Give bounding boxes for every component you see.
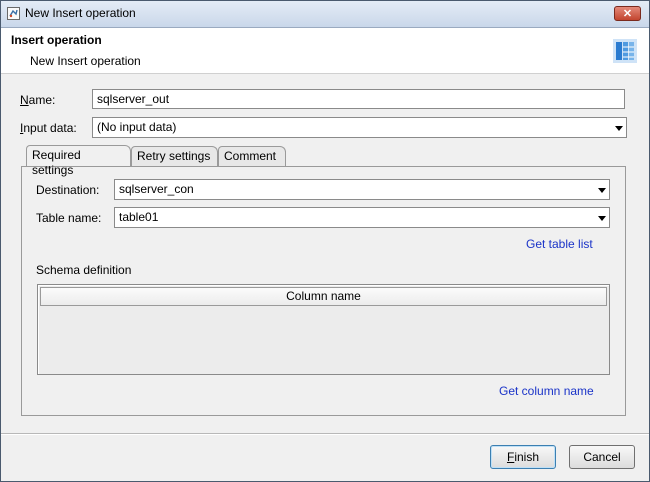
banner-subtitle: New Insert operation [30,54,141,68]
name-label: Name: [20,93,56,107]
get-column-name-link[interactable]: Get column name [499,384,594,398]
table-name-label: Table name: [36,211,102,225]
input-data-label: Input data: [20,121,77,135]
destination-value: sqlserver_con [119,182,194,196]
input-data-value: (No input data) [97,120,177,134]
name-input[interactable]: sqlserver_out [92,89,625,109]
finish-button[interactable]: Finish [490,445,556,469]
chevron-down-icon [598,216,606,221]
table-name-value: table01 [119,210,159,224]
app-icon [7,7,20,20]
footer-divider [1,433,649,435]
schema-table[interactable]: Column name [37,284,610,375]
schema-definition-label: Schema definition [36,263,132,277]
chevron-down-icon [598,188,606,193]
destination-select[interactable]: sqlserver_con [114,179,610,200]
close-button[interactable]: ✕ [614,6,641,21]
tab-retry-settings[interactable]: Retry settings [131,146,218,166]
input-data-select[interactable]: (No input data) [92,117,627,138]
title-bar[interactable]: New Insert operation ✕ [1,1,649,28]
get-table-list-link[interactable]: Get table list [526,237,593,251]
dialog-window: New Insert operation ✕ Insert operation … [0,0,650,482]
header-banner: Insert operation New Insert operation [1,28,649,74]
window-title: New Insert operation [25,6,136,20]
table-columns-icon [613,39,637,63]
column-name-header[interactable]: Column name [40,287,607,306]
chevron-down-icon [615,126,623,131]
tab-comment[interactable]: Comment [218,146,286,166]
cancel-button[interactable]: Cancel [569,445,635,469]
banner-title: Insert operation [11,33,102,47]
tab-required-settings[interactable]: Required settings [26,145,131,177]
destination-label: Destination: [36,183,100,197]
table-name-select[interactable]: table01 [114,207,610,228]
